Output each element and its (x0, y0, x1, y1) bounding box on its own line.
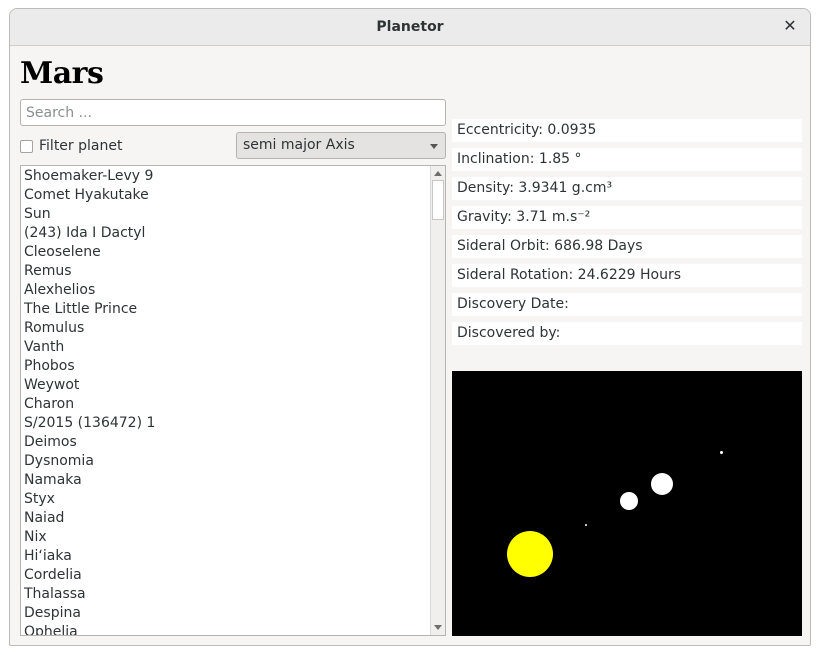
list-item[interactable]: Charon (24, 395, 155, 414)
eccentricity-field: Eccentricity: 0.0935 (452, 119, 802, 142)
list-item[interactable]: Remus (24, 262, 155, 281)
list-item[interactable]: Styx (24, 490, 155, 509)
list-item[interactable]: Romulus (24, 319, 155, 338)
sun-circle (507, 531, 553, 577)
list-item[interactable]: Alexhelios (24, 281, 155, 300)
sort-dropdown-value: semi major Axis (243, 137, 355, 153)
planet-dot-tiny (585, 524, 587, 526)
list-item[interactable]: S/2015 (136472) 1 (24, 414, 155, 433)
filter-planet-label: Filter planet (39, 138, 123, 154)
list-item[interactable]: Despina (24, 604, 155, 623)
search-input[interactable] (20, 99, 446, 126)
inclination-field: Inclination: 1.85 ° (452, 148, 802, 171)
scroll-up-arrow-icon[interactable] (434, 171, 442, 176)
close-icon[interactable]: ✕ (780, 16, 800, 36)
gravity-field: Gravity: 3.71 m.s⁻² (452, 206, 802, 229)
chevron-down-icon (430, 144, 438, 149)
list-item[interactable]: (243) Ida I Dactyl (24, 224, 155, 243)
title-bar: Planetor ✕ (10, 9, 810, 46)
properties-panel: Eccentricity: 0.0935 Inclination: 1.85 °… (452, 119, 802, 351)
list-item[interactable]: Nix (24, 528, 155, 547)
list-item[interactable]: Dysnomia (24, 452, 155, 471)
planet-dot-small (720, 451, 723, 454)
list-item[interactable]: Sun (24, 205, 155, 224)
window-title: Planetor (376, 19, 444, 35)
bodies-list[interactable]: Shoemaker-Levy 9 Comet Hyakutake Sun (243) … (20, 165, 446, 636)
list-item[interactable]: Comet Hyakutake (24, 186, 155, 205)
planet-circle-medium (620, 492, 638, 510)
scroll-down-arrow-icon[interactable] (434, 625, 442, 630)
list-item[interactable]: Weywot (24, 376, 155, 395)
discovery-date-field: Discovery Date: (452, 293, 802, 316)
planet-circle-large (651, 473, 673, 495)
list-item[interactable]: Cordelia (24, 566, 155, 585)
checkbox-icon[interactable] (20, 139, 33, 153)
list-item[interactable]: Deimos (24, 433, 155, 452)
list-item[interactable]: Hiʻiaka (24, 547, 155, 566)
list-item[interactable]: Thalassa (24, 585, 155, 604)
list-item[interactable]: The Little Prince (24, 300, 155, 319)
filter-planet-checkbox[interactable]: Filter planet (20, 137, 122, 155)
planet-name-heading: Mars (20, 56, 104, 91)
list-scrollbar[interactable] (430, 166, 445, 635)
sideral-orbit-field: Sideral Orbit: 686.98 Days (452, 235, 802, 258)
discovered-by-field: Discovered by: (452, 322, 802, 345)
density-field: Density: 3.9341 g.cm³ (452, 177, 802, 200)
list-item[interactable]: Namaka (24, 471, 155, 490)
scroll-thumb[interactable] (432, 180, 444, 220)
list-item[interactable]: Naiad (24, 509, 155, 528)
sort-dropdown[interactable]: semi major Axis (236, 132, 446, 159)
sideral-rotation-field: Sideral Rotation: 24.6229 Hours (452, 264, 802, 287)
list-item[interactable]: Phobos (24, 357, 155, 376)
list-item[interactable]: Vanth (24, 338, 155, 357)
app-window: Planetor ✕ Mars Filter planet semi major… (9, 8, 811, 646)
orbit-view-canvas (452, 371, 802, 636)
list-item[interactable]: Cleoselene (24, 243, 155, 262)
list-item[interactable]: Shoemaker-Levy 9 (24, 167, 155, 186)
list-item[interactable]: Ophelia (24, 623, 155, 635)
